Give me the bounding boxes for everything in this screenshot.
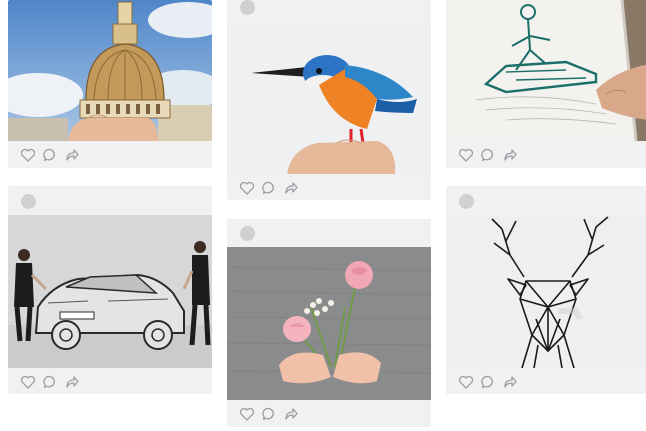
post-actions xyxy=(446,141,646,168)
post-photo-dome[interactable] xyxy=(8,0,212,141)
heart-icon[interactable] xyxy=(239,180,255,196)
comment-icon[interactable] xyxy=(261,180,277,196)
heart-icon[interactable] xyxy=(458,147,474,163)
post-header xyxy=(8,186,212,215)
post-photo-deer[interactable] xyxy=(446,215,646,368)
share-icon[interactable] xyxy=(283,180,299,196)
post-photo-kingfisher[interactable] xyxy=(227,21,431,174)
post-card-car xyxy=(8,186,212,394)
avatar[interactable] xyxy=(240,226,255,241)
post-header xyxy=(227,219,431,248)
post-actions xyxy=(446,368,646,394)
comment-icon[interactable] xyxy=(480,374,496,390)
share-icon[interactable] xyxy=(64,374,80,390)
share-icon[interactable] xyxy=(502,147,518,163)
comment-icon[interactable] xyxy=(261,406,277,422)
heart-icon[interactable] xyxy=(239,406,255,422)
avatar[interactable] xyxy=(21,194,36,209)
comment-icon[interactable] xyxy=(42,147,58,163)
post-card-kingfisher xyxy=(227,0,431,200)
comment-icon[interactable] xyxy=(480,147,496,163)
post-actions xyxy=(227,400,431,427)
post-card-dome xyxy=(8,0,212,168)
post-photo-car[interactable] xyxy=(8,215,212,368)
heart-icon[interactable] xyxy=(20,374,36,390)
avatar[interactable] xyxy=(459,194,474,209)
avatar[interactable] xyxy=(240,0,255,15)
heart-icon[interactable] xyxy=(20,147,36,163)
post-card-jet-ski xyxy=(446,0,646,168)
post-actions xyxy=(8,368,212,394)
post-card-deer xyxy=(446,186,646,394)
share-icon[interactable] xyxy=(64,147,80,163)
comment-icon[interactable] xyxy=(42,374,58,390)
post-photo-flowers[interactable] xyxy=(227,247,431,400)
post-photo-jet-ski[interactable] xyxy=(446,0,646,141)
post-header xyxy=(446,186,646,215)
share-icon[interactable] xyxy=(283,406,299,422)
share-icon[interactable] xyxy=(502,374,518,390)
post-actions xyxy=(227,174,431,200)
post-card-flowers xyxy=(227,219,431,427)
post-actions xyxy=(8,141,212,168)
post-header xyxy=(227,0,431,21)
heart-icon[interactable] xyxy=(458,374,474,390)
